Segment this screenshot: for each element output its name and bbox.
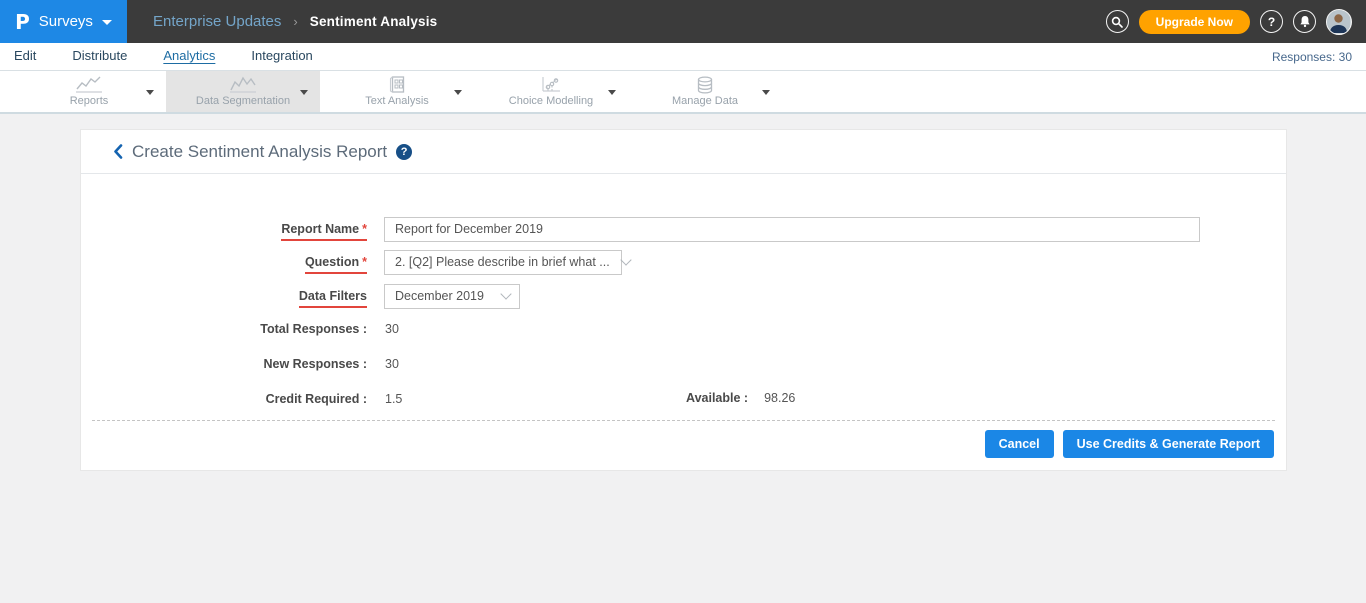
total-responses-label: Total Responses : [81, 322, 367, 336]
document-grid-icon [388, 76, 406, 93]
search-button[interactable] [1106, 10, 1129, 33]
question-select[interactable]: 2. [Q2] Please describe in brief what ..… [384, 250, 622, 275]
breadcrumb-current-page: Sentiment Analysis [310, 14, 438, 29]
caret-down-icon [608, 90, 616, 95]
credit-required-value: 1.5 [385, 392, 402, 406]
credit-required-row: Credit Required : 1.5 Available : 98.26 [81, 391, 1275, 407]
question-row: Question* 2. [Q2] Please describe in bri… [81, 249, 1275, 275]
avatar-photo [1327, 10, 1350, 33]
breadcrumb-separator: › [293, 14, 297, 29]
panel-title-bar: Create Sentiment Analysis Report ? [81, 130, 1286, 174]
question-selected-value: 2. [Q2] Please describe in brief what ..… [395, 255, 610, 269]
required-asterisk: * [362, 222, 367, 236]
toolbar-item-choice-modelling[interactable]: Choice Modelling [474, 71, 628, 112]
available-value: 98.26 [764, 391, 795, 405]
data-filters-label: Data Filters [81, 289, 367, 303]
toolbar-item-reports[interactable]: Reports [12, 71, 166, 112]
tab-edit[interactable]: Edit [14, 48, 36, 65]
notifications-button[interactable] [1293, 10, 1316, 33]
caret-down-icon [102, 20, 112, 25]
chevron-down-icon [620, 254, 631, 265]
search-icon [1111, 16, 1123, 28]
top-header: P Surveys Enterprise Updates › Sentiment… [0, 0, 1366, 43]
tab-distribute[interactable]: Distribute [72, 48, 127, 65]
data-filters-select[interactable]: December 2019 [384, 284, 520, 309]
back-button[interactable] [113, 144, 123, 159]
available-credits: Available : 98.26 [686, 391, 795, 405]
toolbar-item-text-analysis[interactable]: Text Analysis [320, 71, 474, 112]
toolbar-item-label: Reports [70, 95, 109, 107]
cancel-button[interactable]: Cancel [985, 430, 1054, 458]
survey-nav-bar: Edit Distribute Analytics Integration Re… [0, 43, 1366, 71]
segmentation-chart-icon [229, 76, 257, 93]
new-responses-label: New Responses : [81, 357, 367, 371]
new-responses-row: New Responses : 30 [81, 356, 1275, 372]
caret-down-icon [762, 90, 770, 95]
available-label: Available : [686, 391, 748, 405]
toolbar-item-data-segmentation[interactable]: Data Segmentation [166, 71, 320, 112]
bell-icon [1299, 15, 1311, 28]
form-actions: Cancel Use Credits & Generate Report [92, 430, 1275, 458]
sentiment-report-panel: Create Sentiment Analysis Report ? Repor… [80, 129, 1287, 471]
question-label: Question* [81, 255, 367, 269]
caret-down-icon [146, 90, 154, 95]
help-button[interactable]: ? [1260, 10, 1283, 33]
upgrade-now-button[interactable]: Upgrade Now [1139, 10, 1250, 34]
report-name-label: Report Name* [81, 222, 367, 236]
toolbar-item-label: Manage Data [672, 95, 738, 107]
dashed-divider [92, 420, 1275, 421]
caret-down-icon [300, 90, 308, 95]
product-name: Surveys [39, 13, 93, 30]
title-help-button[interactable]: ? [396, 144, 412, 160]
total-responses-value: 30 [385, 322, 399, 336]
analytics-toolbar: Reports Data Segmentation Text Analysis … [0, 71, 1366, 114]
report-name-row: Report Name* [81, 216, 1275, 242]
credit-required-label: Credit Required : [81, 392, 367, 406]
report-name-input[interactable] [384, 217, 1200, 242]
chevron-down-icon [500, 288, 511, 299]
chevron-left-icon [113, 144, 123, 159]
user-avatar[interactable] [1326, 9, 1352, 35]
toolbar-item-manage-data[interactable]: Manage Data [628, 71, 782, 112]
page-title: Create Sentiment Analysis Report [132, 142, 387, 162]
tab-integration[interactable]: Integration [251, 48, 312, 65]
tab-analytics[interactable]: Analytics [163, 48, 215, 65]
database-icon [696, 76, 714, 93]
breadcrumb-survey-name[interactable]: Enterprise Updates [153, 13, 281, 30]
surveys-product-menu[interactable]: P Surveys [0, 0, 127, 43]
questionpro-logo: P [15, 12, 30, 32]
dotted-chart-icon [540, 76, 562, 93]
data-filters-row: Data Filters December 2019 [81, 283, 1275, 309]
toolbar-item-label: Data Segmentation [196, 95, 290, 107]
question-mark-icon: ? [1268, 15, 1275, 29]
required-asterisk: * [362, 255, 367, 269]
responses-count[interactable]: Responses: 30 [1272, 50, 1352, 64]
caret-down-icon [454, 90, 462, 95]
header-actions: Upgrade Now ? [1106, 9, 1366, 35]
total-responses-row: Total Responses : 30 [81, 321, 1275, 337]
toolbar-item-label: Text Analysis [365, 95, 429, 107]
breadcrumb: Enterprise Updates › Sentiment Analysis [153, 13, 437, 30]
question-mark-icon: ? [401, 146, 408, 158]
line-chart-icon [75, 76, 103, 93]
report-form: Report Name* Question* 2. [Q2] Please de… [81, 174, 1286, 470]
data-filters-selected-value: December 2019 [395, 289, 484, 303]
new-responses-value: 30 [385, 357, 399, 371]
use-credits-generate-report-button[interactable]: Use Credits & Generate Report [1063, 430, 1274, 458]
toolbar-item-label: Choice Modelling [509, 95, 593, 107]
